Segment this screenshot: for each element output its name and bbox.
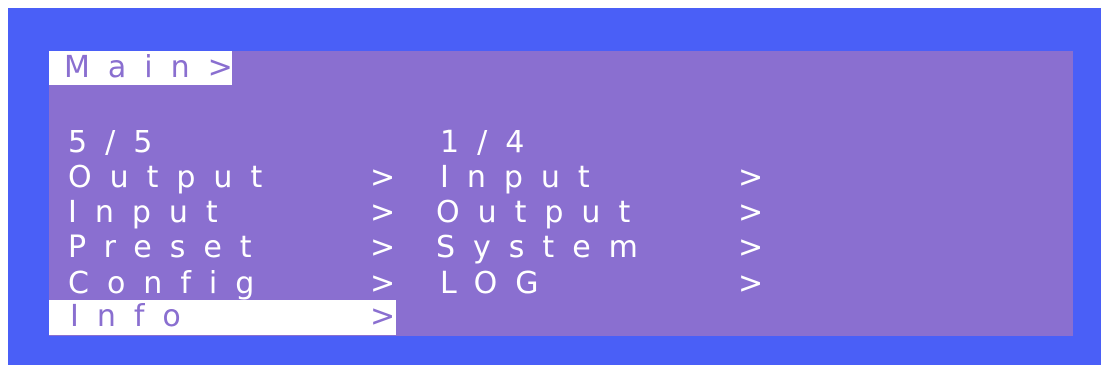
menu-title: Main> (64, 50, 251, 85)
menu-item-info[interactable]: Info (70, 299, 199, 335)
menu-item-info-chevron-icon: > (370, 299, 396, 334)
submenu-item-output[interactable]: Output (436, 195, 648, 231)
submenu-item-system[interactable]: System (436, 230, 656, 266)
menu-item-config[interactable]: Config (68, 266, 272, 302)
menu-item-input[interactable]: Input (68, 195, 236, 231)
menu-item-preset[interactable]: Preset (68, 230, 270, 266)
submenu-item-input-chevron-icon: > (738, 160, 764, 195)
menu-item-output-chevron-icon: > (370, 160, 396, 195)
submenu-item-system-chevron-icon: > (738, 230, 764, 265)
menu-item-preset-chevron-icon: > (370, 230, 396, 265)
left-page-indicator: 5/5 (68, 125, 171, 160)
selected-menu-item-highlight[interactable]: Info > (49, 299, 396, 335)
menu-title-bar: Main> (49, 50, 233, 85)
menu-item-config-chevron-icon: > (370, 266, 396, 301)
menu-item-output[interactable]: Output (68, 160, 280, 196)
menu-item-input-chevron-icon: > (370, 195, 396, 230)
submenu-item-input[interactable]: Input (440, 160, 608, 196)
submenu-item-log-chevron-icon: > (738, 266, 764, 301)
submenu-item-log[interactable]: LOG (440, 266, 557, 302)
right-page-indicator: 1/4 (440, 125, 543, 160)
submenu-item-output-chevron-icon: > (738, 195, 764, 230)
